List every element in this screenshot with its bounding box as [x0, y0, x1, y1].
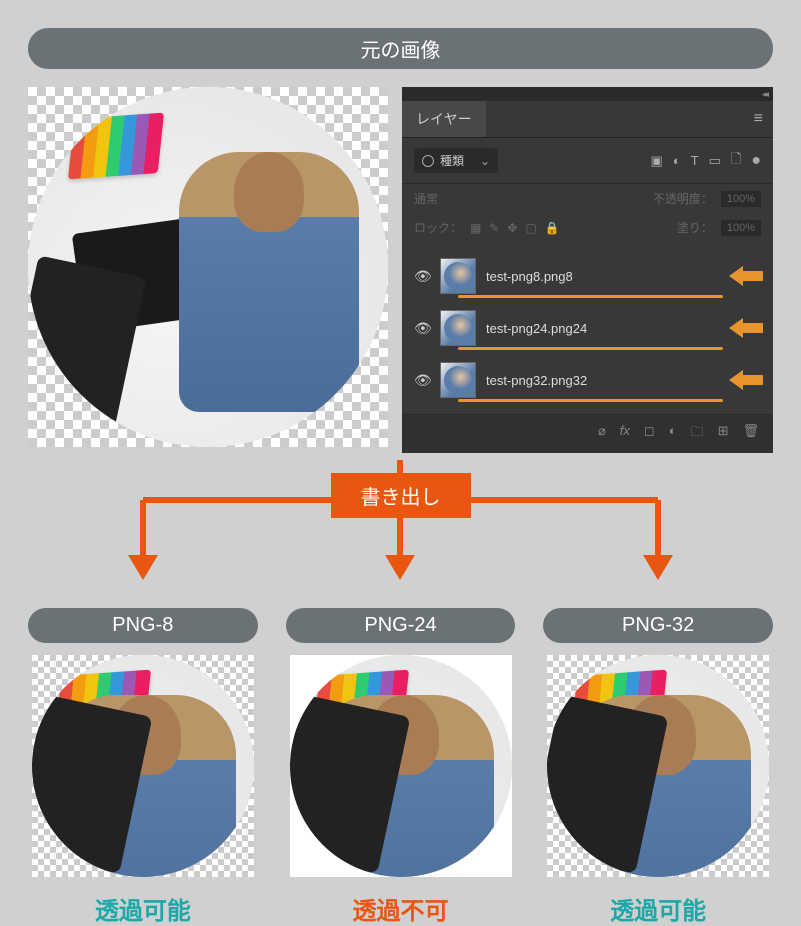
format-image-png8	[32, 655, 254, 877]
format-pill: PNG-24	[286, 608, 516, 643]
lock-artboard-icon[interactable]: ▢	[525, 221, 536, 235]
visibility-icon[interactable]: 👁	[414, 320, 430, 337]
callout-arrow-icon	[729, 316, 763, 340]
shape-icon[interactable]: ▭	[709, 153, 721, 169]
filter-toggle-icon[interactable]: ●	[751, 152, 761, 170]
collapse-icon: ◂◂	[762, 89, 767, 100]
callout-underline	[458, 295, 723, 298]
layer-row[interactable]: 👁 test-png24.png24	[402, 302, 773, 354]
format-col-png8: PNG-8 透過可能	[28, 608, 258, 926]
layers-panel: ◂◂ レイヤー ≡ 種類 ▣ ◐ T ▭ 🗋 ● 通常 不透明度： 100% ロ…	[402, 87, 773, 453]
format-caption: 透過不可	[353, 891, 449, 926]
callout-underline	[458, 347, 723, 350]
format-pill: PNG-32	[543, 608, 773, 643]
fill-label: 塗り：	[677, 219, 713, 236]
panel-menu-icon[interactable]: ≡	[744, 110, 773, 128]
type-icon[interactable]: T	[691, 153, 699, 168]
format-image-png24	[290, 655, 512, 877]
layer-filter-select[interactable]: 種類	[414, 148, 498, 173]
layer-name[interactable]: test-png24.png24	[486, 321, 761, 336]
visibility-icon[interactable]: 👁	[414, 372, 430, 389]
photo-illustration	[28, 87, 388, 447]
lock-position-icon[interactable]: ✥	[507, 221, 517, 235]
layer-name[interactable]: test-png8.png8	[486, 269, 761, 284]
format-image-png32	[547, 655, 769, 877]
top-row: ◂◂ レイヤー ≡ 種類 ▣ ◐ T ▭ 🗋 ● 通常 不透明度： 100% ロ…	[28, 87, 773, 453]
layer-thumbnail	[440, 310, 476, 346]
mask-icon[interactable]: ◻	[644, 423, 655, 445]
lock-all-icon[interactable]: 🔒	[545, 221, 560, 235]
layer-list: 👁 test-png8.png8 👁 test-png24.png24 👁	[402, 242, 773, 414]
format-caption: 透過可能	[95, 891, 191, 926]
export-label: 書き出し	[331, 473, 471, 518]
panel-collapse-bar[interactable]: ◂◂	[402, 87, 773, 101]
adjustment-icon[interactable]: ◐	[673, 153, 681, 168]
layer-thumbnail	[440, 362, 476, 398]
callout-underline	[458, 399, 723, 402]
opacity-label: 不透明度：	[653, 190, 713, 207]
panel-tab-layers[interactable]: レイヤー	[402, 101, 486, 137]
fill-value[interactable]: 100%	[721, 220, 761, 236]
lock-pixels-icon[interactable]: ▦	[470, 221, 481, 235]
layer-name[interactable]: test-png32.png32	[486, 373, 761, 388]
group-icon[interactable]: 🗀	[691, 423, 704, 445]
original-image	[28, 87, 388, 447]
format-col-png32: PNG-32 透過可能	[543, 608, 773, 926]
format-col-png24: PNG-24 透過不可	[286, 608, 516, 926]
layer-row[interactable]: 👁 test-png32.png32	[402, 354, 773, 406]
adjustment-layer-icon[interactable]: ◐	[669, 423, 677, 445]
blend-mode-select[interactable]: 通常	[414, 190, 645, 207]
callout-arrow-icon	[729, 264, 763, 288]
format-caption: 透過可能	[610, 891, 706, 926]
visibility-icon[interactable]: 👁	[414, 268, 430, 285]
layer-thumbnail	[440, 258, 476, 294]
photo-circle	[28, 87, 388, 447]
title-pill: 元の画像	[28, 28, 773, 69]
lock-brush-icon[interactable]: ✎	[489, 221, 499, 235]
callout-arrow-icon	[729, 368, 763, 392]
new-layer-icon[interactable]: ⊞	[718, 423, 729, 445]
opacity-value[interactable]: 100%	[721, 191, 761, 207]
format-pill: PNG-8	[28, 608, 258, 643]
trash-icon[interactable]: 🗑	[742, 423, 759, 445]
smartobj-icon[interactable]: 🗋	[731, 150, 741, 172]
image-icon[interactable]: ▣	[650, 153, 662, 169]
layer-row[interactable]: 👁 test-png8.png8	[402, 250, 773, 302]
formats-row: PNG-8 透過可能 PNG-24 透過不可 PNG-32 透過可能	[28, 608, 773, 926]
fx-icon[interactable]: fx	[620, 423, 630, 445]
lock-label: ロック：	[414, 219, 462, 236]
link-icon[interactable]: ⌀	[598, 423, 606, 445]
